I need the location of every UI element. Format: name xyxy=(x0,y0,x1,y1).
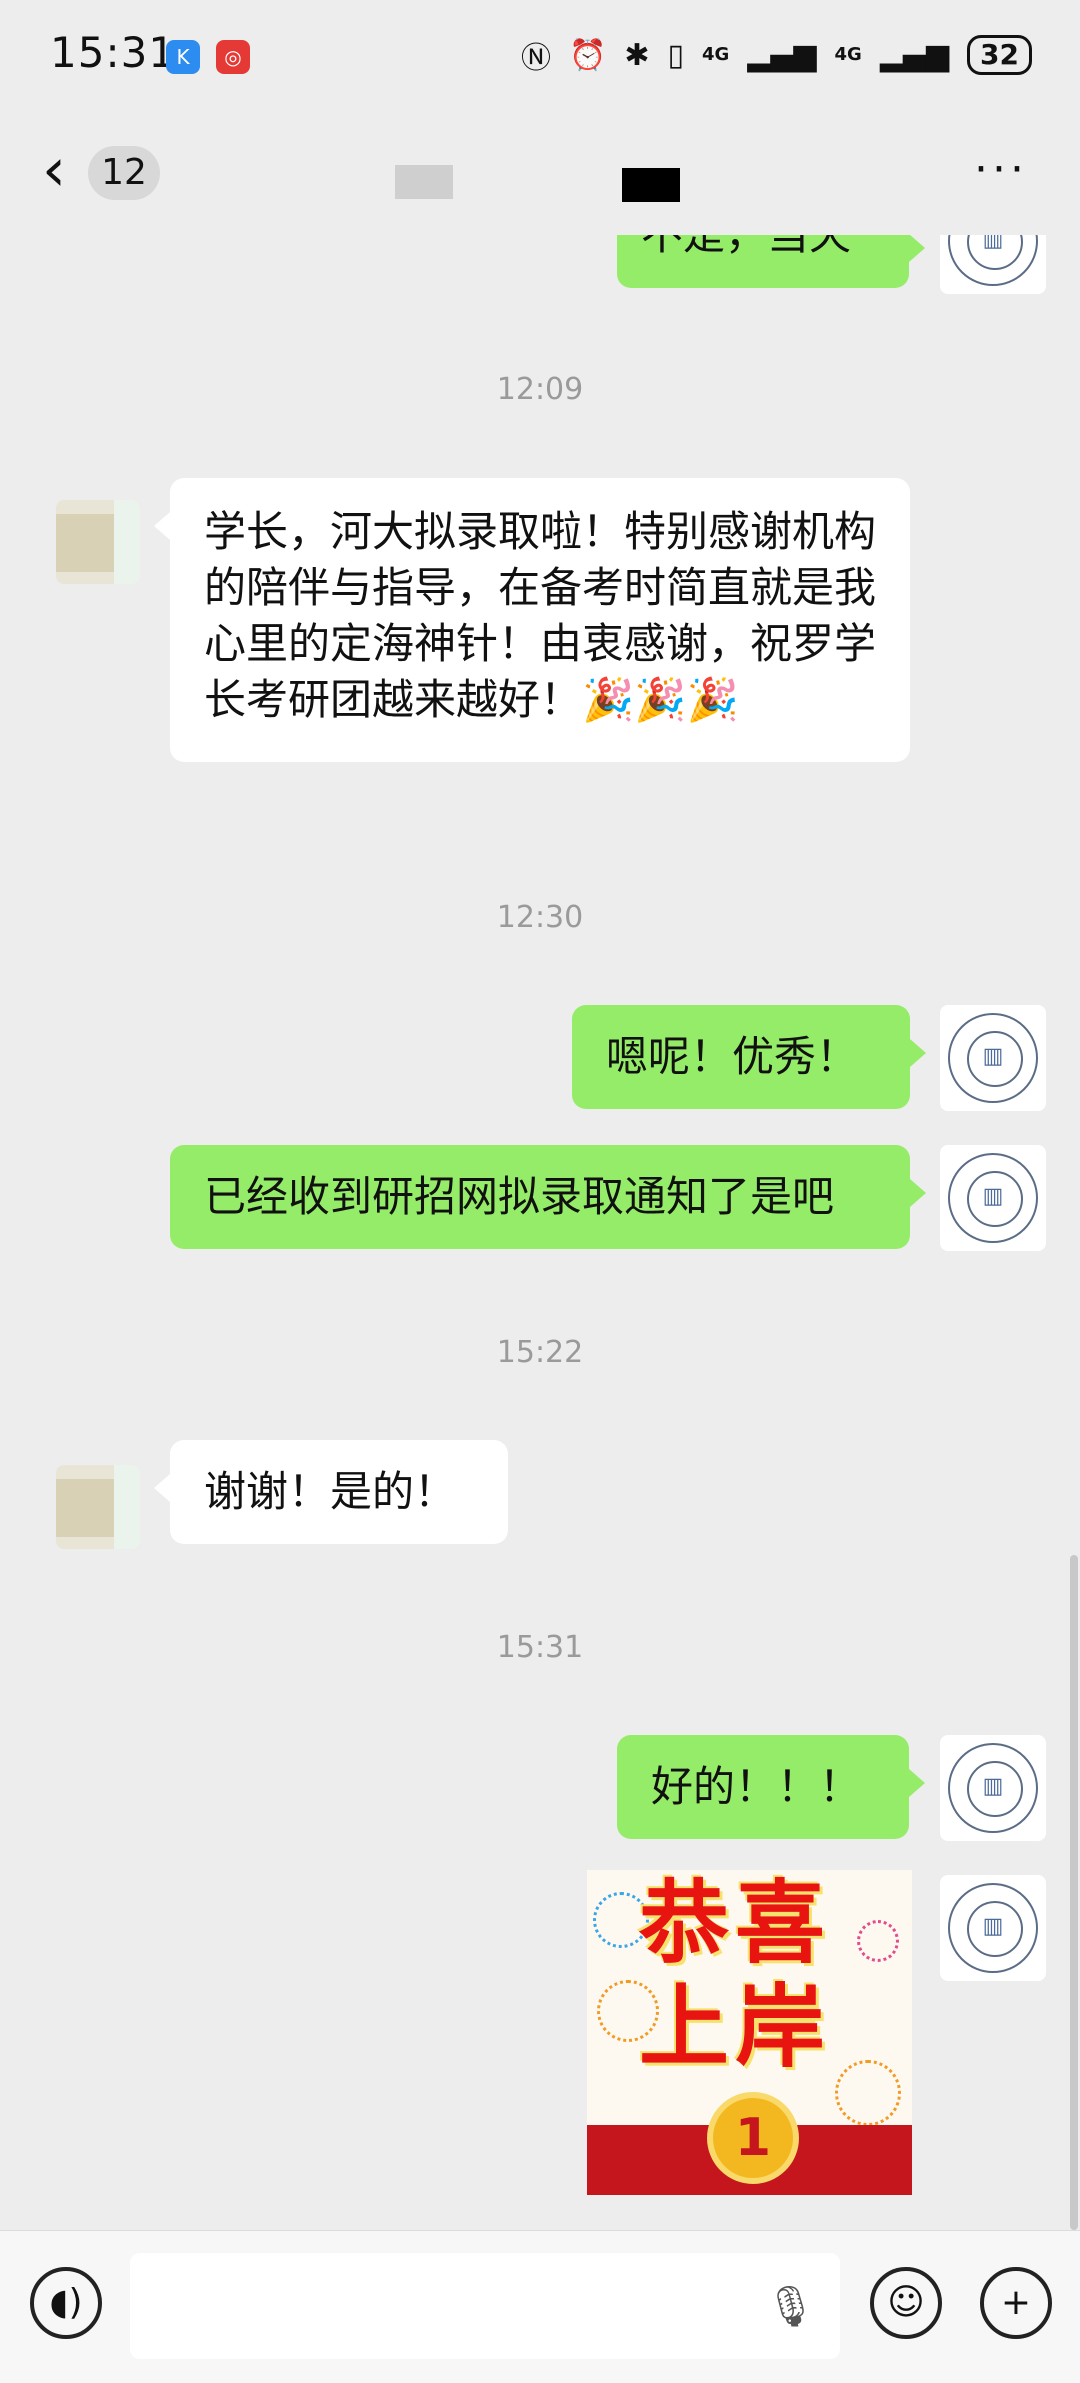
battery-icon: 32 xyxy=(967,35,1032,75)
redacted-name xyxy=(622,168,680,202)
books-logo-icon: ▥ xyxy=(982,1774,1004,1799)
my-avatar[interactable]: ▥ xyxy=(940,1735,1046,1841)
timestamp: 15:22 xyxy=(496,1335,584,1370)
message-bubble-outgoing[interactable]: 已经收到研招网拟录取通知了是吧 xyxy=(170,1145,926,1249)
firework-icon xyxy=(857,1920,899,1962)
my-avatar[interactable]: ▥ xyxy=(940,1875,1046,1981)
timestamp: 12:09 xyxy=(496,372,584,407)
message-bubble-outgoing[interactable]: 嗯呢！优秀！ xyxy=(572,1005,926,1109)
chat-header: ‹ 12 ··· xyxy=(0,110,1080,235)
books-logo-icon: ▥ xyxy=(982,1914,1004,1939)
congratulations-sticker[interactable]: 恭喜 上岸 1 xyxy=(587,1870,912,2195)
microphone-icon[interactable]: 🎙 xyxy=(765,2283,816,2330)
alarm-icon: ⏰ xyxy=(568,37,607,73)
vibrate-icon: ▯ xyxy=(667,37,684,73)
firework-icon xyxy=(835,2060,901,2126)
signal-icon: 4G xyxy=(834,44,862,65)
voice-icon[interactable]: ◖) xyxy=(30,2267,102,2339)
emoji-icon[interactable]: ☺ xyxy=(870,2267,942,2339)
sticker-text-line1: 恭喜 xyxy=(639,1871,831,1976)
chat-area[interactable]: 不是，当天 ▥ 12:09 学长，河大拟录取啦！特别感谢机构的陪伴与指导，在备考… xyxy=(0,0,1080,2230)
message-bubble-incoming[interactable]: 谢谢！是的！ xyxy=(154,1440,508,1544)
app-notification-icon: ◎ xyxy=(216,40,250,74)
signal-icon: 4G xyxy=(701,44,730,65)
app-notification-icon: K xyxy=(166,40,200,74)
medal-icon: 1 xyxy=(707,2092,799,2184)
back-icon[interactable]: ‹ xyxy=(42,140,66,200)
sticker-text-line2: 上岸 xyxy=(639,1975,831,2080)
my-avatar[interactable]: ▥ xyxy=(940,1005,1046,1111)
scrollbar[interactable] xyxy=(1070,1555,1078,2230)
message-bubble-outgoing[interactable]: 好的！！！ xyxy=(617,1735,925,1839)
my-avatar[interactable]: ▥ xyxy=(940,1145,1046,1251)
bluetooth-icon: ✱ xyxy=(624,37,650,73)
status-bar: 15:31 K ◎ Ⓝ ⏰ ✱ ▯ 4G ▂▄▆ 4G ▂▄▆ 32 xyxy=(0,0,1080,110)
message-input[interactable]: 🎙 xyxy=(130,2253,840,2359)
message-text: 已经收到研招网拟录取通知了是吧 xyxy=(204,1172,835,1221)
input-bar: ◖) 🎙 ☺ + xyxy=(0,2230,1080,2383)
contact-avatar[interactable] xyxy=(56,1465,140,1549)
more-options-icon[interactable]: ··· xyxy=(974,144,1028,195)
timestamp: 12:30 xyxy=(496,900,584,935)
plus-icon[interactable]: + xyxy=(980,2267,1052,2339)
timestamp: 15:31 xyxy=(496,1630,584,1665)
redacted-name xyxy=(395,165,453,199)
status-time: 15:31 xyxy=(50,28,177,77)
message-text: 学长，河大拟录取啦！特别感谢机构的陪伴与指导，在备考时简直就是我心里的定海神针！… xyxy=(204,507,877,724)
books-logo-icon: ▥ xyxy=(982,1184,1004,1209)
message-text: 嗯呢！优秀！ xyxy=(606,1032,859,1081)
nfc-icon: Ⓝ xyxy=(520,41,551,76)
message-text: 谢谢！是的！ xyxy=(204,1467,457,1516)
message-bubble-incoming[interactable]: 学长，河大拟录取啦！特别感谢机构的陪伴与指导，在备考时简直就是我心里的定海神针！… xyxy=(154,478,910,762)
message-text: 好的！！！ xyxy=(651,1762,862,1811)
unread-count-badge[interactable]: 12 xyxy=(88,146,160,200)
signal-bars-icon: ▂▄▆ xyxy=(879,37,950,73)
signal-bars-icon: ▂▄▆ xyxy=(747,37,817,73)
contact-avatar[interactable] xyxy=(56,500,140,584)
books-logo-icon: ▥ xyxy=(982,1044,1004,1069)
